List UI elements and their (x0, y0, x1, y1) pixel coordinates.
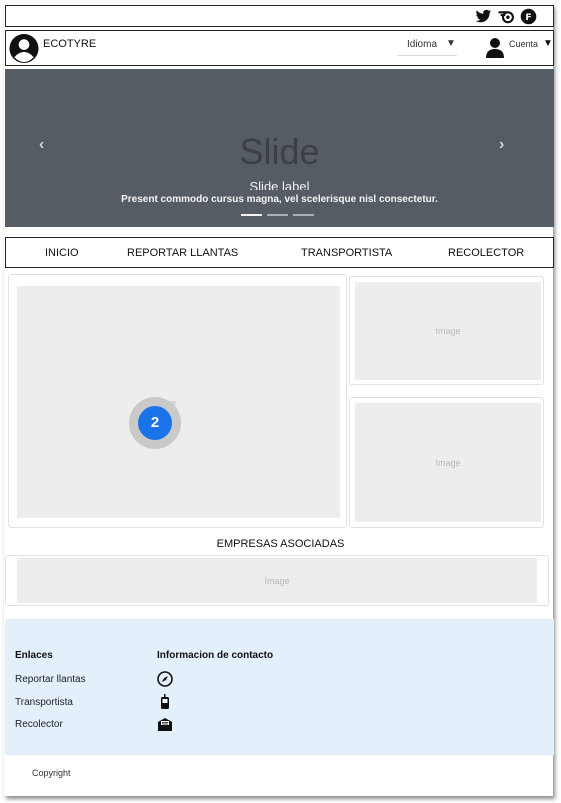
footer-links-heading: Enlaces (15, 650, 53, 661)
carousel-indicator[interactable] (293, 214, 314, 216)
carousel-indicator[interactable] (241, 214, 262, 216)
twitter-icon[interactable] (475, 8, 492, 25)
social-bar: F (5, 5, 554, 27)
side-image-1[interactable]: Image (355, 282, 541, 380)
footer-contact-heading: Informacion de contacto (157, 650, 274, 661)
brand-name[interactable]: ECOTYRE (43, 38, 96, 50)
image-placeholder-label: Image (435, 457, 461, 468)
mailbox-icon (158, 718, 172, 731)
site-header: ECOTYRE Idioma ▼ Cuenta ▼ (5, 30, 554, 66)
nav-item-recolector[interactable]: RECOLECTOR (448, 247, 524, 259)
language-dropdown[interactable]: Idioma ▼ (397, 37, 457, 56)
account-user-icon[interactable] (486, 37, 504, 59)
user-logo-icon[interactable] (8, 33, 40, 64)
chevron-down-icon: ▼ (446, 38, 456, 49)
footer-link-recolector[interactable]: Recolector (15, 719, 63, 730)
facebook-icon[interactable]: F (520, 8, 537, 25)
main-nav: INICIO REPORTAR LLANTAS TRANSPORTISTA RE… (5, 237, 554, 268)
copyright-text: Copyright (32, 768, 71, 778)
side-image-2[interactable]: Image (355, 403, 541, 522)
slide-label: Slide label (249, 179, 310, 190)
partners-heading: EMPRESAS ASOCIADAS (216, 538, 345, 550)
nav-item-inicio[interactable]: INICIO (45, 247, 79, 259)
blender-icon[interactable] (498, 8, 515, 25)
image-placeholder-label: Image (435, 326, 461, 336)
site-footer: Enlaces Informacion de contacto Reportar… (5, 619, 554, 755)
image-placeholder-label: Image (264, 575, 290, 586)
nav-item-reportar-llantas[interactable]: REPORTAR LLANTAS (127, 247, 238, 259)
main-image[interactable]: Image (17, 286, 340, 518)
footer-link-reportar-llantas[interactable]: Reportar llantas (15, 674, 86, 685)
svg-text:F: F (525, 12, 531, 23)
account-label[interactable]: Cuenta (509, 39, 538, 49)
partners-image[interactable]: Image (17, 558, 537, 603)
language-label: Idioma (407, 39, 438, 50)
slide-title: Slide (239, 131, 320, 172)
notification-badge[interactable]: 2 (129, 397, 181, 449)
chevron-down-icon[interactable]: ▼ (543, 38, 553, 49)
slide-caption: Present commodo cursus magna, vel sceler… (121, 194, 438, 205)
mobile-phone-icon (161, 694, 169, 709)
hero-carousel: ‹ › Slide Slide label Present commodo cu… (5, 69, 554, 227)
nav-item-transportista[interactable]: TRANSPORTISTA (301, 247, 392, 259)
carousel-indicator[interactable] (267, 214, 288, 216)
badge-count: 2 (138, 406, 172, 440)
compass-icon (157, 671, 173, 687)
footer-link-transportista[interactable]: Transportista (15, 697, 73, 708)
